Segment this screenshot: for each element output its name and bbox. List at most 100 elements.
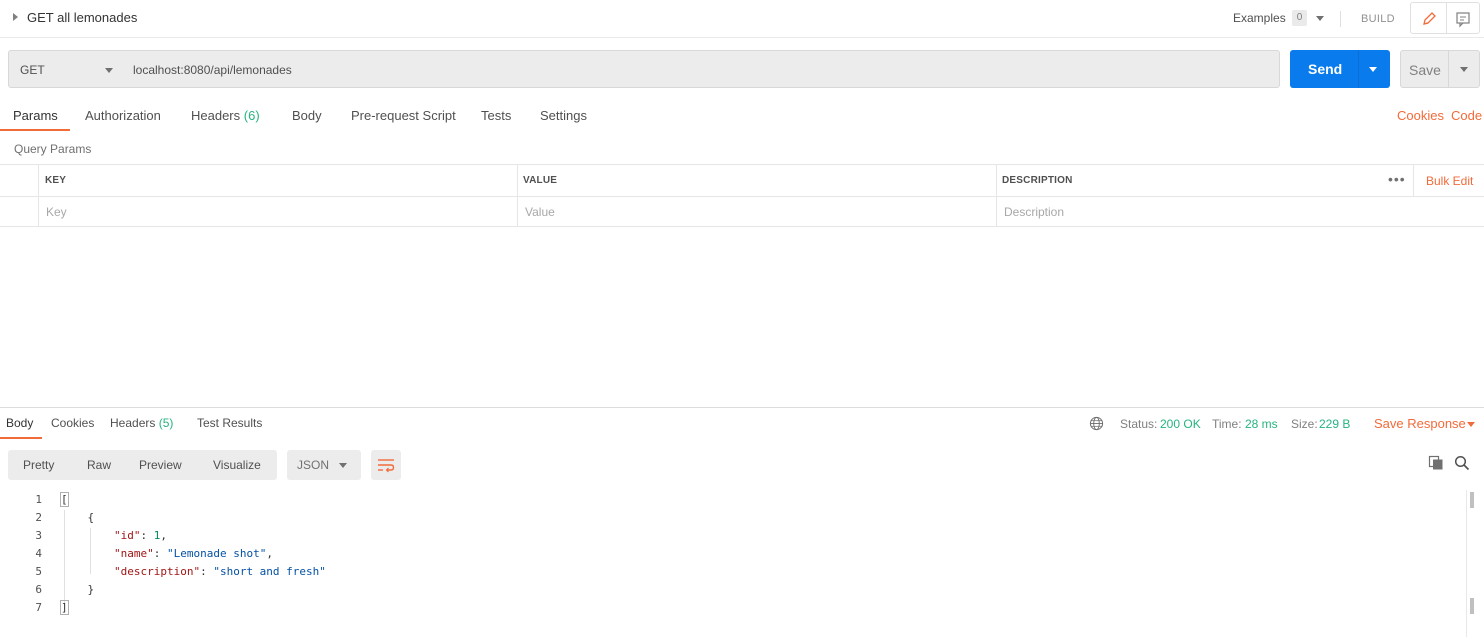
- scrollbar-thumb[interactable]: [1470, 598, 1474, 614]
- code-line: 4 "name": "Lemonade shot",: [0, 547, 1460, 565]
- bulk-edit-link[interactable]: Bulk Edit: [1426, 174, 1473, 188]
- pencil-icon[interactable]: [1420, 10, 1438, 28]
- response-tab-headers[interactable]: Headers (5): [110, 416, 173, 430]
- line-number: 6: [35, 583, 42, 596]
- wrap-lines-button[interactable]: [371, 450, 401, 480]
- divider: [1358, 50, 1359, 88]
- code-text: "description": "short and fresh": [61, 565, 326, 578]
- code-text: ]: [60, 600, 69, 615]
- code-line: 1 [: [0, 492, 1460, 511]
- code-text: "id": 1,: [61, 529, 167, 542]
- time-value[interactable]: 28 ms: [1245, 417, 1278, 431]
- tab-settings[interactable]: Settings: [540, 108, 587, 123]
- size-value[interactable]: 229 B: [1319, 417, 1350, 431]
- divider: [1446, 3, 1447, 33]
- code-link[interactable]: Code: [1451, 108, 1482, 123]
- code-text: {: [61, 511, 95, 524]
- comment-icon[interactable]: [1454, 10, 1472, 28]
- time-label: Time:: [1212, 417, 1242, 431]
- method-select[interactable]: GET: [8, 50, 124, 88]
- json-separator: :: [140, 529, 154, 542]
- json-key: "description": [113, 565, 201, 578]
- bracket: ]: [60, 600, 69, 615]
- code-text: [: [60, 492, 69, 507]
- view-pretty-button[interactable]: Pretty: [23, 458, 54, 472]
- json-value: "short and fresh": [213, 565, 326, 578]
- line-number: 1: [35, 493, 42, 506]
- status-value[interactable]: 200 OK: [1160, 417, 1201, 431]
- chevron-down-icon: [339, 463, 347, 468]
- code-line: 2 {: [0, 511, 1460, 529]
- mode-toggle: [1410, 2, 1480, 34]
- json-comma: ,: [160, 529, 167, 542]
- json-value: "Lemonade shot": [166, 547, 267, 560]
- expand-caret-icon[interactable]: [13, 13, 18, 21]
- wrap-lines-icon: [378, 459, 395, 473]
- search-icon[interactable]: [1454, 455, 1470, 471]
- url-input[interactable]: localhost:8080/api/lemonades: [123, 50, 1280, 88]
- line-number: 3: [35, 529, 42, 542]
- view-preview-button[interactable]: Preview: [139, 458, 182, 472]
- request-name[interactable]: GET all lemonades: [27, 10, 137, 25]
- response-tab-body[interactable]: Body: [6, 416, 33, 430]
- code-line: 7 ]: [0, 600, 1460, 619]
- save-response-chevron-down-icon[interactable]: [1467, 422, 1475, 427]
- response-tab-cookies[interactable]: Cookies: [51, 416, 94, 430]
- params-table: KEY VALUE DESCRIPTION ••• Bulk Edit Key …: [0, 164, 1484, 227]
- tab-pre-request-script[interactable]: Pre-request Script: [351, 108, 456, 123]
- active-tab-indicator: [0, 129, 70, 131]
- response-divider[interactable]: [0, 407, 1484, 408]
- value-input[interactable]: Value: [525, 205, 555, 219]
- send-label: Send: [1308, 61, 1343, 77]
- save-options-chevron-down-icon[interactable]: [1460, 67, 1468, 72]
- examples-count-badge: 0: [1292, 10, 1307, 26]
- view-mode-group: Pretty Raw Preview Visualize: [8, 450, 277, 480]
- cookies-link[interactable]: Cookies: [1397, 108, 1444, 123]
- scrollbar-thumb[interactable]: [1470, 492, 1474, 508]
- tab-params[interactable]: Params: [13, 108, 58, 123]
- key-input[interactable]: Key: [46, 205, 67, 219]
- url-value: localhost:8080/api/lemonades: [133, 63, 292, 77]
- json-separator: :: [200, 565, 214, 578]
- divider: [1413, 165, 1414, 196]
- column-header-description: DESCRIPTION: [1002, 175, 1073, 186]
- format-select[interactable]: JSON: [287, 450, 361, 480]
- response-tab-test-results[interactable]: Test Results: [197, 416, 262, 430]
- view-raw-button[interactable]: Raw: [87, 458, 111, 472]
- send-options-chevron-down-icon[interactable]: [1369, 67, 1377, 72]
- divider: [1340, 11, 1341, 27]
- divider: [1448, 51, 1449, 87]
- save-button[interactable]: Save: [1400, 50, 1480, 88]
- tab-headers[interactable]: Headers (6): [191, 108, 260, 123]
- scrollbar-track[interactable]: [1466, 490, 1467, 637]
- json-key: "id": [113, 529, 141, 542]
- save-label: Save: [1409, 62, 1441, 78]
- tab-tests[interactable]: Tests: [481, 108, 511, 123]
- tab-body[interactable]: Body: [292, 108, 322, 123]
- format-value: JSON: [297, 458, 330, 472]
- save-response-button[interactable]: Save Response: [1374, 416, 1466, 431]
- status-label: Status:: [1120, 417, 1158, 431]
- json-comma: ,: [266, 547, 273, 560]
- column-header-key: KEY: [45, 175, 67, 186]
- more-options-icon[interactable]: •••: [1388, 171, 1406, 187]
- send-button[interactable]: Send: [1290, 50, 1390, 88]
- chevron-down-icon: [105, 68, 113, 73]
- response-headers-count: (5): [158, 416, 174, 430]
- line-number: 5: [35, 565, 42, 578]
- view-visualize-button[interactable]: Visualize: [213, 458, 261, 472]
- headers-count: (6): [243, 108, 260, 123]
- response-body-editor[interactable]: 1 [ 2 { 3 "id": 1, 4 "name": "Lemonade s…: [0, 490, 1468, 637]
- bracket: [: [60, 492, 69, 507]
- tab-authorization[interactable]: Authorization: [85, 108, 161, 123]
- query-params-title: Query Params: [14, 142, 92, 156]
- json-key: "name": [113, 547, 154, 560]
- brace: }: [87, 583, 95, 596]
- line-number: 7: [35, 601, 42, 614]
- examples-chevron-down-icon[interactable]: [1316, 16, 1324, 21]
- examples-dropdown[interactable]: Examples: [1233, 11, 1286, 25]
- code-line: 6 }: [0, 583, 1460, 601]
- copy-icon[interactable]: [1428, 455, 1444, 471]
- description-input[interactable]: Description: [1004, 205, 1064, 219]
- globe-icon[interactable]: [1089, 416, 1104, 431]
